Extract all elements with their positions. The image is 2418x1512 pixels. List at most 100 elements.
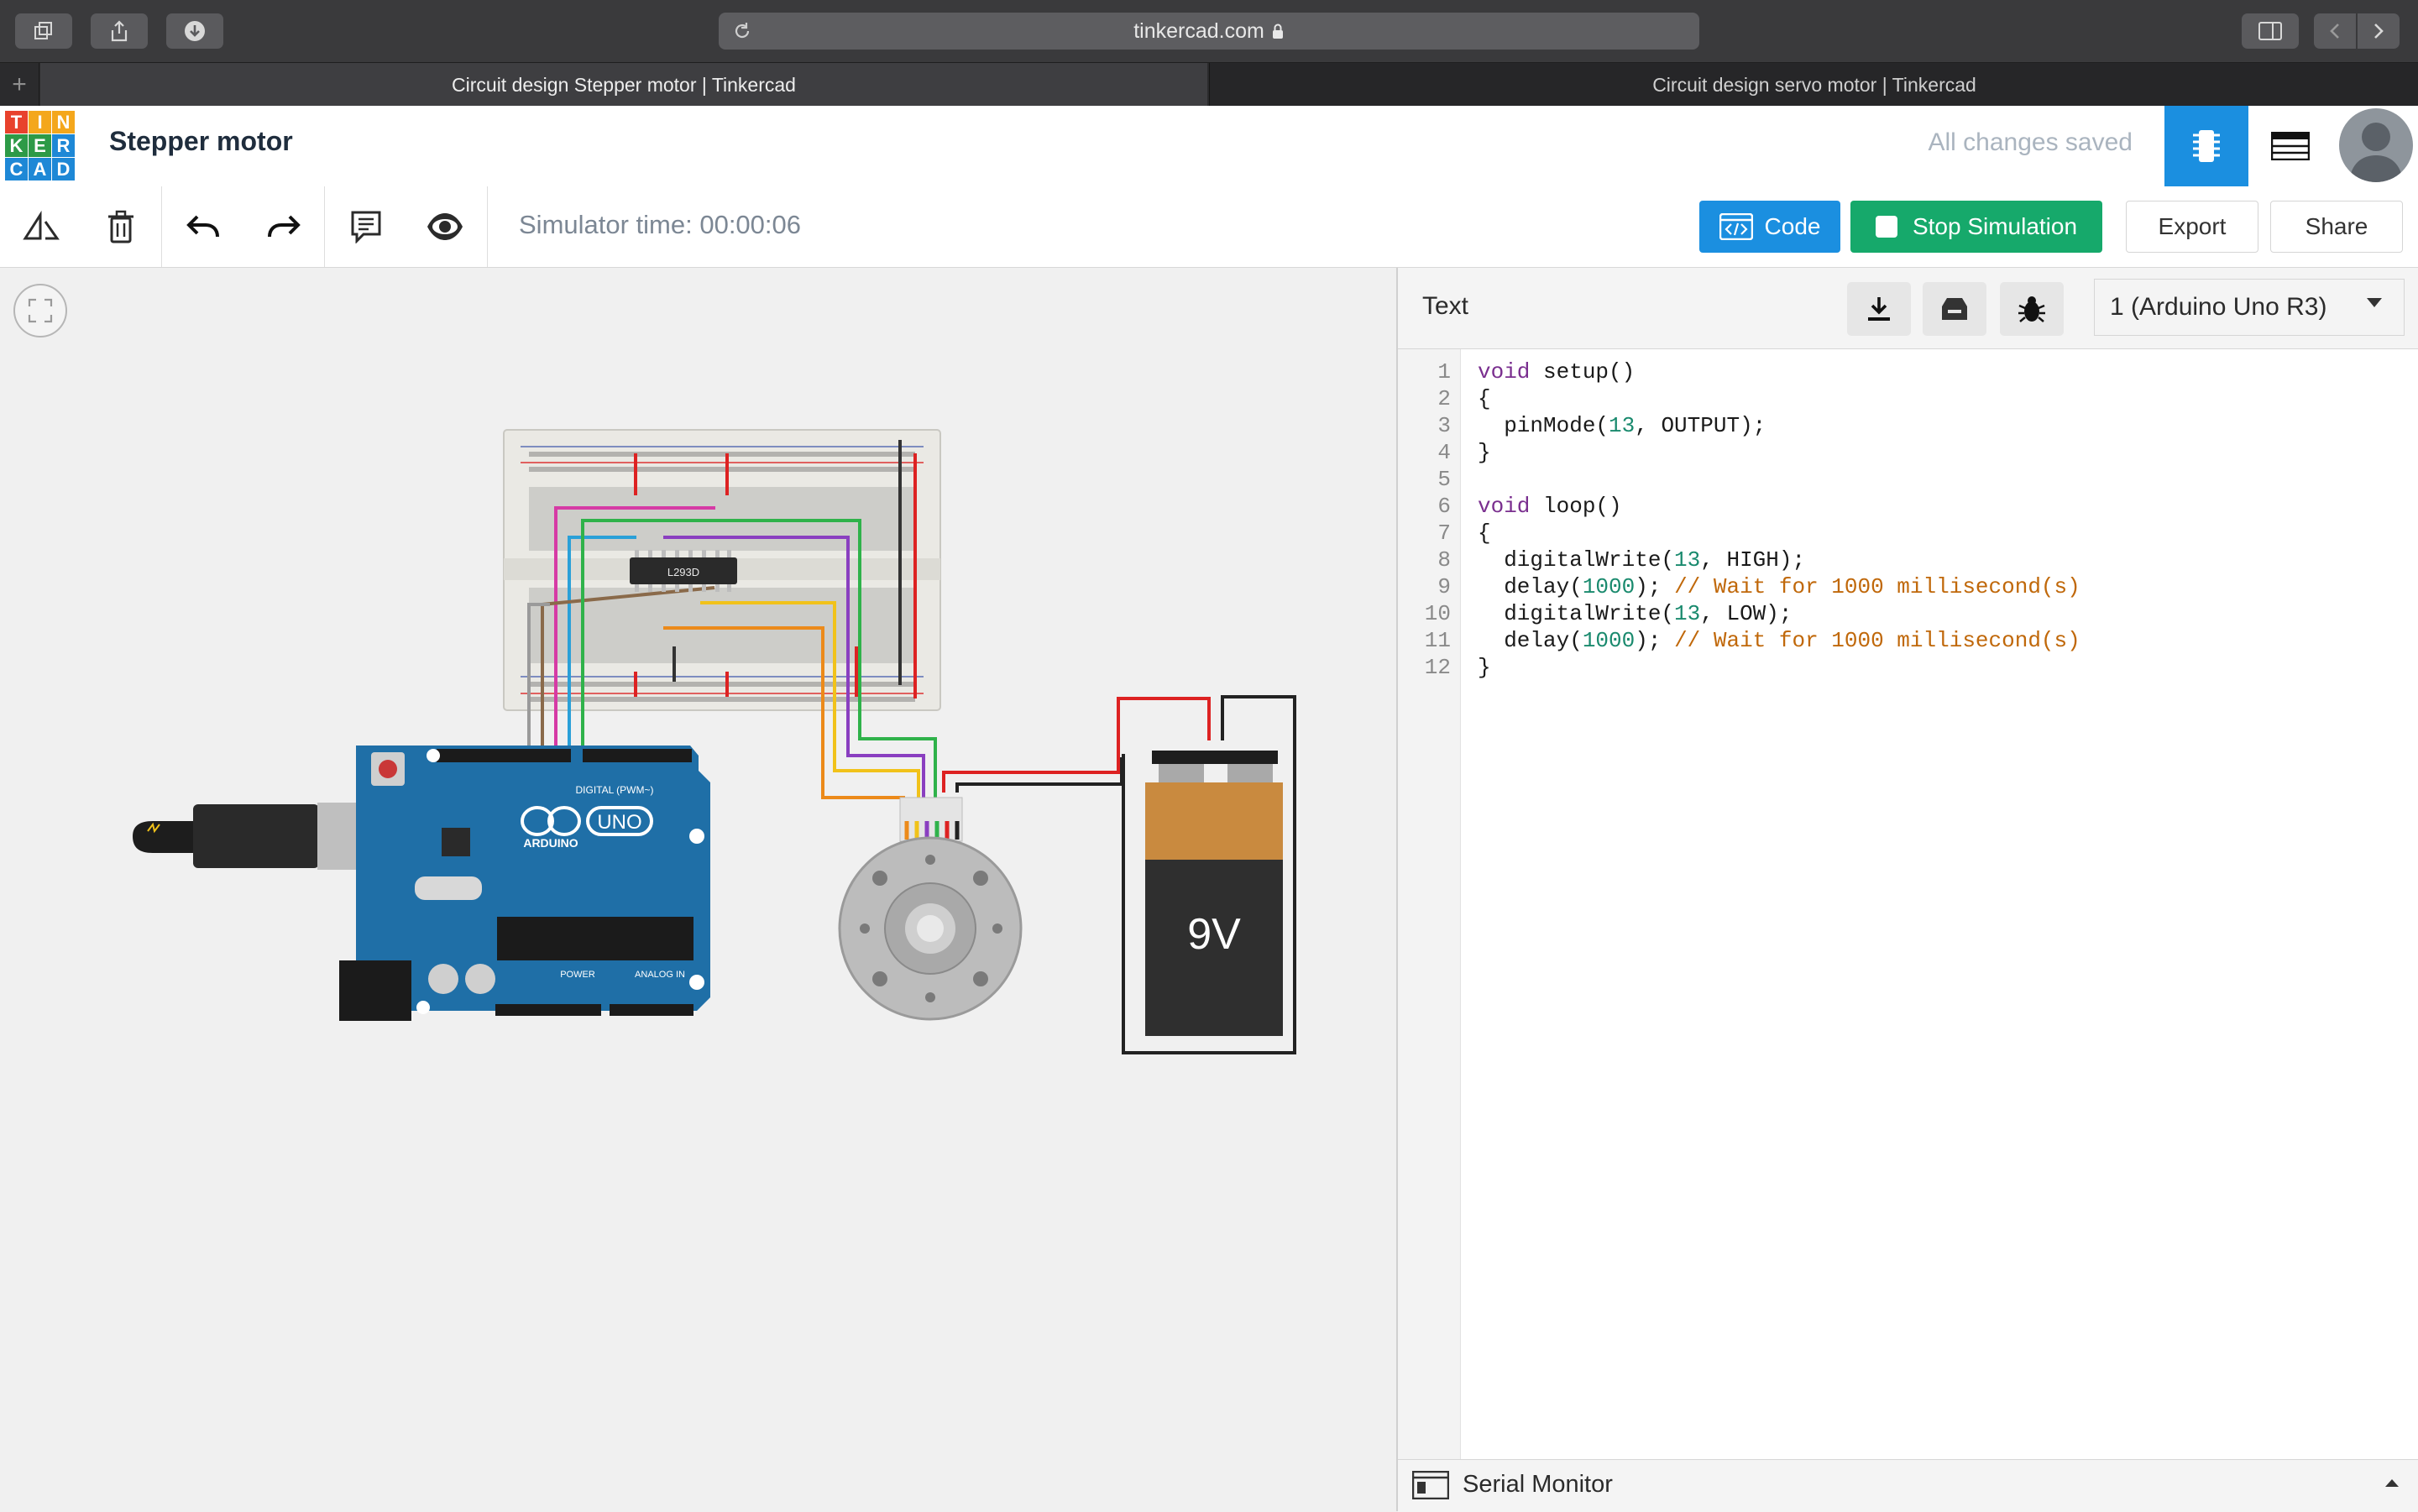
tab-servo-motor[interactable]: Circuit design servo motor | Tinkercad	[1209, 63, 2418, 107]
download-icon	[1868, 297, 1890, 321]
code-line[interactable]: digitalWrite(13, LOW);	[1478, 601, 1792, 626]
circuit-view-button[interactable]	[2164, 106, 2248, 186]
chevron-down-icon	[2367, 298, 2382, 307]
visibility-icon[interactable]	[420, 201, 470, 252]
code-button[interactable]: Code	[1699, 201, 1840, 253]
logo-letter: C	[5, 158, 28, 180]
line-number: 3	[1437, 413, 1451, 438]
back-icon[interactable]	[2314, 13, 2356, 49]
arduino-uno[interactable]: UNO ARDUINO DIGITAL (PWM~) POWER ANALOG …	[339, 746, 710, 1021]
code-line[interactable]: }	[1478, 440, 1491, 465]
code-line[interactable]: {	[1478, 521, 1491, 546]
line-number: 2	[1437, 386, 1451, 411]
battery-9v[interactable]: 9V	[1145, 751, 1283, 1036]
undo-icon[interactable]	[178, 201, 228, 252]
sidebar-icon[interactable]	[2242, 13, 2299, 49]
lock-icon	[1272, 24, 1283, 39]
logo-letter: E	[29, 134, 51, 157]
reload-icon[interactable]	[725, 13, 759, 50]
ic-label: L293D	[667, 566, 699, 578]
battery-label: 9V	[1187, 910, 1241, 959]
logo-letter: N	[52, 111, 75, 133]
arduino-model-label: UNO	[597, 811, 641, 834]
rotate-icon[interactable]	[15, 201, 65, 252]
browser-toolbar: tinkercad.com	[0, 0, 2418, 62]
code-line[interactable]: delay(1000); // Wait for 1000 millisecon…	[1478, 628, 2080, 653]
line-number: 10	[1424, 601, 1451, 626]
library-icon	[1942, 298, 1967, 320]
share-icon[interactable]	[91, 13, 148, 49]
code-line[interactable]: {	[1478, 386, 1491, 411]
address-bar[interactable]: tinkercad.com	[719, 13, 1699, 50]
stop-simulation-label: Stop Simulation	[1912, 213, 2078, 239]
logo-letter: K	[5, 134, 28, 157]
design-title[interactable]: Stepper motor	[109, 126, 293, 157]
logo-letter: D	[52, 158, 75, 180]
fit-view-button[interactable]	[13, 284, 67, 337]
arduino-digital-label: DIGITAL (PWM~)	[576, 784, 654, 796]
chevron-up-icon[interactable]	[2384, 1478, 2400, 1488]
save-status: All changes saved	[1928, 128, 2133, 156]
arduino-brand-label: ARDUINO	[523, 836, 578, 850]
board-select-value: 1 (Arduino Uno R3)	[2110, 293, 2327, 321]
line-number: 9	[1437, 574, 1451, 599]
bug-icon	[2018, 296, 2045, 322]
serial-monitor-icon	[1412, 1471, 1449, 1499]
editor-mode-select[interactable]: Text	[1422, 292, 1468, 321]
tab-title: Circuit design servo motor | Tinkercad	[1652, 73, 1976, 96]
browser-tab-strip: + Circuit design Stepper motor | Tinkerc…	[0, 62, 2418, 107]
code-line[interactable]: }	[1478, 655, 1491, 680]
code-button-label: Code	[1764, 213, 1821, 239]
forward-icon[interactable]	[2358, 13, 2400, 49]
tinkercad-logo[interactable]: T I N K E R C A D	[3, 109, 76, 181]
downloads-icon[interactable]	[166, 13, 223, 49]
logo-letter: R	[52, 134, 75, 157]
libraries-button[interactable]	[1923, 282, 1986, 336]
download-code-button[interactable]	[1847, 282, 1911, 336]
simulator-time: Simulator time: 00:00:06	[519, 210, 802, 239]
line-number: 1	[1437, 359, 1451, 385]
stepper-motor[interactable]	[838, 797, 1023, 1021]
share-button[interactable]: Share	[2270, 201, 2403, 253]
toolbar-divider	[161, 186, 162, 267]
redo-icon[interactable]	[259, 201, 309, 252]
code-line[interactable]: void setup()	[1478, 359, 1635, 385]
stop-simulation-button[interactable]: Stop Simulation	[1850, 201, 2102, 253]
fit-view-icon	[28, 298, 53, 323]
toolbar-divider	[324, 186, 325, 267]
line-number: 5	[1437, 467, 1451, 492]
code-line[interactable]: pinMode(13, OUTPUT);	[1478, 413, 1766, 438]
logo-letter: A	[29, 158, 51, 180]
logo-letter: T	[5, 111, 28, 133]
debugger-button[interactable]	[2000, 282, 2064, 336]
export-button[interactable]: Export	[2126, 201, 2258, 253]
code-editor-icon	[1719, 213, 1753, 240]
logo-letter: I	[29, 111, 51, 133]
arduino-power-label: POWER	[560, 970, 595, 980]
line-number: 7	[1437, 521, 1451, 546]
line-number: 4	[1437, 440, 1451, 465]
code-line[interactable]: digitalWrite(13, HIGH);	[1478, 547, 1805, 573]
tab-title: Circuit design Stepper motor | Tinkercad	[452, 73, 796, 96]
component-list-button[interactable]	[2248, 106, 2332, 186]
table-icon	[2271, 132, 2310, 160]
user-avatar[interactable]	[2339, 108, 2413, 182]
code-panel	[1396, 268, 2418, 1511]
line-number: 8	[1437, 547, 1451, 573]
toolbar-divider	[487, 186, 488, 267]
circuit-canvas[interactable]: L293D UNO ARDUINO DIGITAL (PWM~) POWER A…	[0, 268, 1396, 1511]
stop-icon	[1875, 216, 1897, 238]
code-line[interactable]: void loop()	[1478, 494, 1622, 519]
line-number: 12	[1424, 655, 1451, 680]
board-select[interactable]: 1 (Arduino Uno R3)	[2094, 279, 2405, 336]
notes-icon[interactable]	[341, 201, 391, 252]
tab-stepper-motor[interactable]: Circuit design Stepper motor | Tinkercad	[40, 63, 1207, 107]
new-tab-icon[interactable]: +	[0, 63, 39, 107]
url-text: tinkercad.com	[1133, 18, 1264, 43]
delete-icon[interactable]	[96, 201, 146, 252]
tab-overview-icon[interactable]	[15, 13, 72, 49]
line-number: 6	[1437, 494, 1451, 519]
chip-icon	[2193, 130, 2220, 162]
line-number: 11	[1424, 628, 1451, 653]
code-line[interactable]: delay(1000); // Wait for 1000 millisecon…	[1478, 574, 2080, 599]
